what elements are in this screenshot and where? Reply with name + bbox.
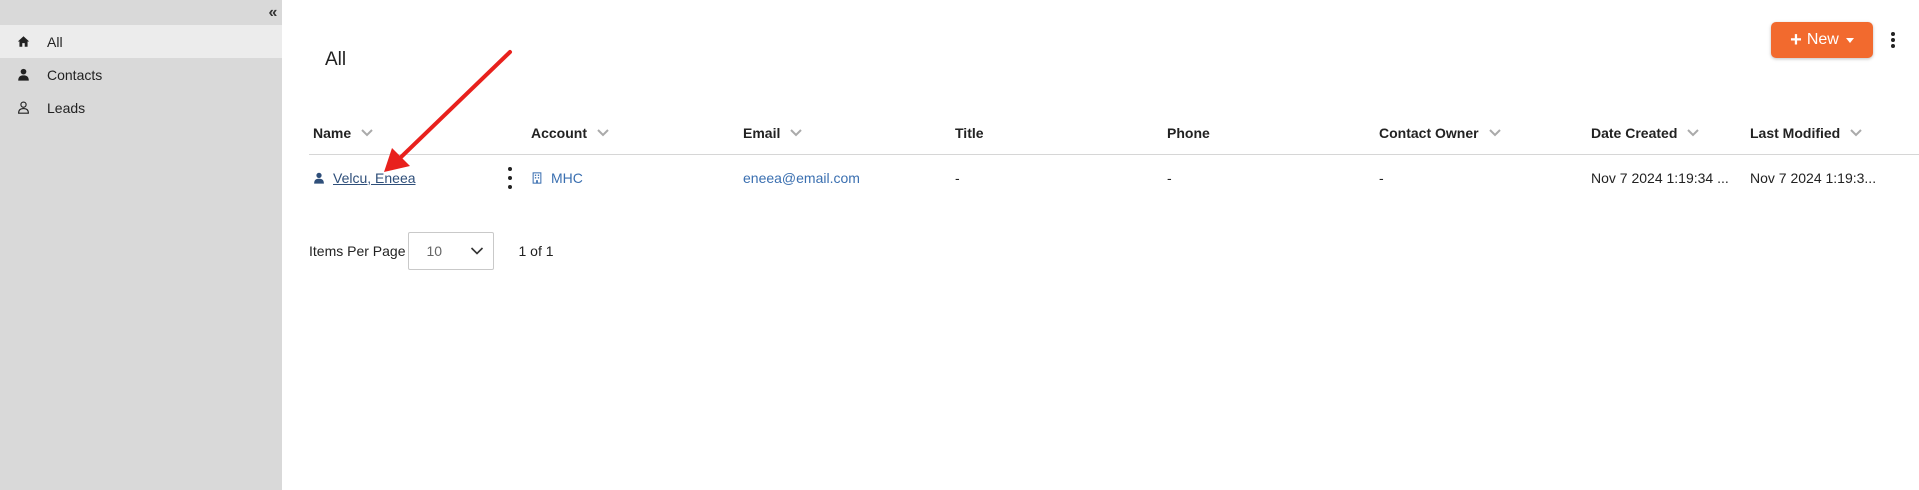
caret-down-icon <box>1845 37 1854 43</box>
cell-phone: - <box>1167 169 1172 186</box>
account-link[interactable]: MHC <box>551 170 583 186</box>
plus-icon: + <box>1790 29 1802 51</box>
sort-chevron-icon[interactable] <box>1687 127 1700 139</box>
contacts-table: Name Account Email Title Phone Contact O… <box>309 110 1919 200</box>
chevron-down-icon <box>470 247 483 255</box>
building-icon <box>531 171 543 184</box>
items-per-page-label: Items Per Page <box>309 243 406 259</box>
page-title: All <box>325 49 347 70</box>
sidebar: « All Contacts Leads <box>0 0 282 490</box>
sort-chevron-icon[interactable] <box>1488 127 1501 139</box>
sort-chevron-icon[interactable] <box>597 127 609 139</box>
cell-name: Velcu, Eneea <box>313 155 503 200</box>
sidebar-item-label: Leads <box>47 99 86 116</box>
pagination: Items Per Page 10 1 of 1 <box>309 232 554 270</box>
column-header-account[interactable]: Account <box>531 110 609 155</box>
contact-name-link[interactable]: Velcu, Eneea <box>333 170 416 186</box>
sidebar-item-contacts[interactable]: Contacts <box>0 58 282 91</box>
person-icon <box>16 68 30 82</box>
email-link[interactable]: eneea@email.com <box>743 170 860 186</box>
cell-last-modified: Nov 7 2024 1:19:3... <box>1750 169 1877 186</box>
sidebar-nav: All Contacts Leads <box>0 25 282 124</box>
sidebar-item-leads[interactable]: Leads <box>0 91 282 124</box>
collapse-sidebar-icon[interactable]: « <box>266 4 280 22</box>
cell-date-created: Nov 7 2024 1:19:34 ... <box>1591 169 1729 186</box>
person-outline-icon <box>16 101 30 115</box>
sort-chevron-icon[interactable] <box>790 127 803 139</box>
main-content: All + New Name Account Email Title Phone… <box>282 0 1919 490</box>
new-button-label: New <box>1806 31 1839 48</box>
column-header-name[interactable]: Name <box>313 110 373 155</box>
sort-chevron-icon[interactable] <box>1850 127 1862 139</box>
column-header-contact-owner[interactable]: Contact Owner <box>1379 110 1501 155</box>
column-header-email[interactable]: Email <box>743 110 803 155</box>
column-header-phone[interactable]: Phone <box>1167 110 1210 155</box>
sort-chevron-icon[interactable] <box>361 127 373 139</box>
column-header-last-modified[interactable]: Last Modified <box>1750 110 1862 155</box>
cell-title: - <box>955 169 960 186</box>
table-row: Velcu, Eneea MHC eneea@email.com - - - N… <box>309 155 1919 200</box>
sidebar-item-label: Contacts <box>47 66 103 83</box>
items-per-page-select[interactable]: 10 <box>407 232 494 270</box>
sidebar-item-label: All <box>47 33 63 50</box>
sidebar-item-all[interactable]: All <box>0 25 282 58</box>
page-count: 1 of 1 <box>518 243 554 259</box>
home-icon <box>16 35 30 49</box>
table-header: Name Account Email Title Phone Contact O… <box>309 110 1919 155</box>
new-button[interactable]: + New <box>1771 22 1873 58</box>
row-actions-icon[interactable] <box>506 167 514 189</box>
cell-account: MHC <box>531 155 731 200</box>
column-header-date-created[interactable]: Date Created <box>1591 110 1700 155</box>
more-options-icon[interactable] <box>1889 30 1897 50</box>
cell-email: eneea@email.com <box>743 155 943 200</box>
cell-contact-owner: - <box>1379 169 1384 186</box>
column-header-title[interactable]: Title <box>955 110 984 155</box>
contact-person-icon <box>313 172 325 184</box>
items-per-page-value: 10 <box>426 243 443 259</box>
